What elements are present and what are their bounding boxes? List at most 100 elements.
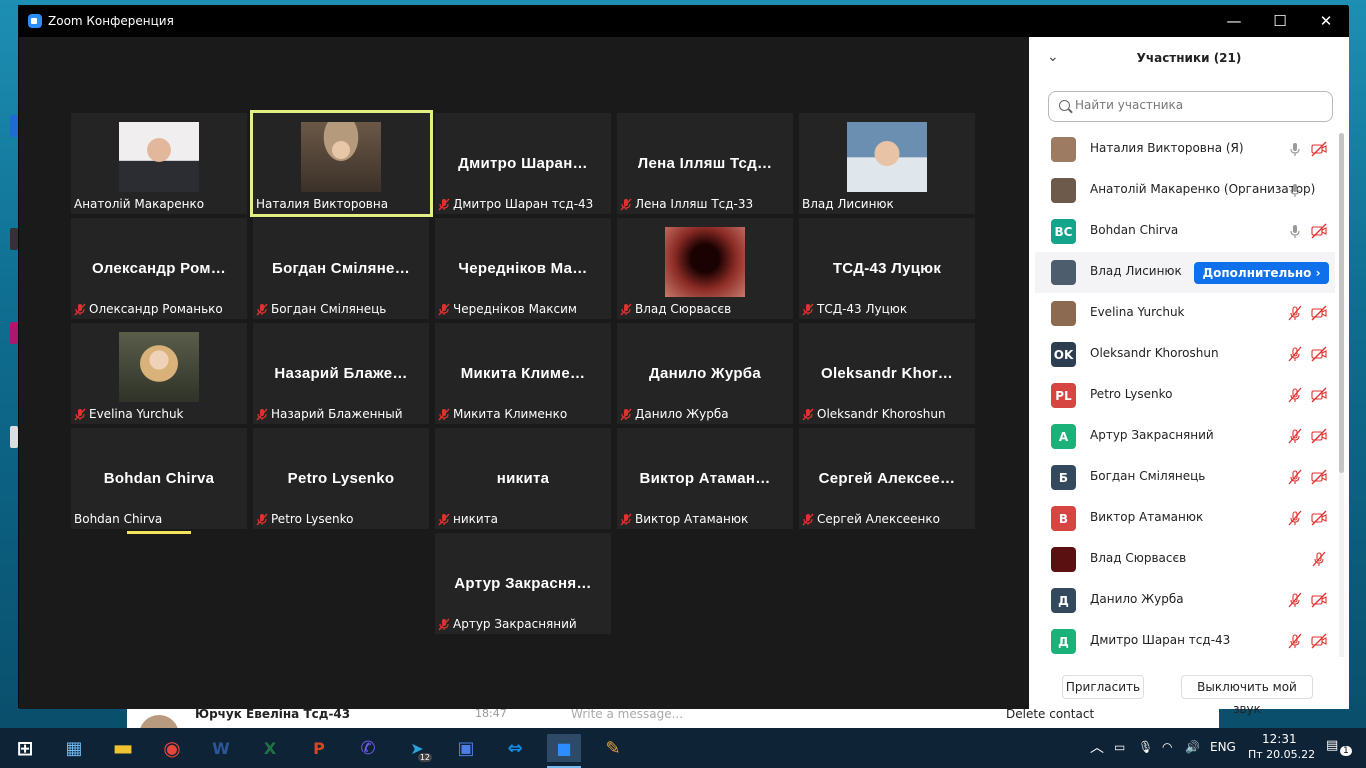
video-tile[interactable]: Виктор Атаман… Виктор Атаманюк (617, 428, 793, 529)
save-disk-icon[interactable]: ▣ (449, 734, 483, 762)
clock-date[interactable]: Пт 20.05.22 (1248, 748, 1315, 761)
invite-button[interactable]: Пригласить (1062, 675, 1144, 699)
participant-row[interactable]: OK Oleksandr Khoroshun (1035, 334, 1335, 375)
video-tile[interactable]: Сергей Алексее… Сергей Алексеенко (799, 428, 975, 529)
video-tile[interactable]: Назарий Блаже… Назарий Блаженный (253, 323, 429, 424)
word-icon[interactable]: W (204, 734, 238, 762)
video-off-icon[interactable] (1311, 428, 1327, 444)
zoom-icon[interactable]: ■ (547, 734, 581, 768)
show-hidden-icons-chevron-icon[interactable]: ︿ (1090, 737, 1104, 757)
video-tile[interactable]: ТСД-43 Луцюк ТСД-43 Луцюк (799, 218, 975, 319)
battery-icon[interactable]: ▭ (1114, 740, 1125, 754)
teamviewer-icon[interactable]: ⇔ (498, 734, 532, 762)
notification-center-icon[interactable]: ▤ (1326, 738, 1338, 753)
excel-icon[interactable]: X (253, 734, 287, 762)
video-tile[interactable]: Дмитро Шаран… Дмитро Шаран тсд-43 (435, 113, 611, 214)
video-tile[interactable]: Микита Климе… Микита Клименко (435, 323, 611, 424)
microphone-icon[interactable]: 🎙 (1138, 740, 1153, 754)
muted-mic-icon[interactable] (1287, 510, 1303, 526)
desktop-icon[interactable] (10, 426, 18, 448)
participant-row[interactable]: Evelina Yurchuk (1035, 293, 1335, 334)
participant-row[interactable]: Анатолій Макаренко (Организатор) (1035, 170, 1335, 211)
participant-row[interactable]: Влад Сюрвасєв (1035, 539, 1335, 580)
video-off-icon[interactable] (1311, 223, 1327, 239)
participant-row[interactable]: В Виктор Атаманюк (1035, 498, 1335, 539)
video-tile[interactable]: Анатолій Макаренко (71, 113, 247, 214)
folder-icon[interactable]: ▬ (106, 734, 140, 762)
video-tile[interactable]: Oleksandr Khor… Oleksandr Khoroshun (799, 323, 975, 424)
microphone-icon[interactable] (1287, 223, 1303, 239)
participant-search[interactable] (1048, 91, 1333, 122)
close-button[interactable]: ✕ (1303, 6, 1349, 37)
wifi-icon[interactable]: ◠ (1162, 740, 1172, 754)
video-off-icon[interactable] (1311, 633, 1327, 649)
title-bar[interactable]: Zoom Конференция — ☐ ✕ (19, 6, 1349, 37)
chrome-icon[interactable]: ◉ (155, 734, 189, 762)
desktop-icon[interactable] (10, 228, 18, 250)
powerpoint-icon[interactable]: P (302, 734, 336, 762)
video-tile[interactable]: Влад Сюрвасєв (617, 218, 793, 319)
video-off-icon[interactable] (1311, 469, 1327, 485)
participant-row[interactable]: А Артур Закрасняний (1035, 416, 1335, 457)
muted-mic-icon[interactable] (1287, 387, 1303, 403)
delete-contact-link[interactable]: Delete contact (1006, 707, 1094, 721)
muted-mic-icon[interactable] (1287, 428, 1303, 444)
contact-name[interactable]: Юрчук Евеліна Тсд-43 (195, 707, 350, 721)
muted-mic-icon[interactable] (1311, 551, 1327, 567)
video-off-icon[interactable] (1311, 592, 1327, 608)
participant-row[interactable]: BC Bohdan Chirva (1035, 211, 1335, 252)
microphone-icon[interactable] (1287, 141, 1303, 157)
video-tile[interactable]: Наталия Викторовна (250, 110, 433, 217)
muted-mic-icon[interactable] (1287, 346, 1303, 362)
video-tile[interactable]: Лена Ілляш Тсд… Лена Ілляш Тсд-33 (617, 113, 793, 214)
video-off-icon[interactable] (1311, 305, 1327, 321)
video-off-icon[interactable] (1311, 141, 1327, 157)
windows-logo-icon[interactable]: ⊞ (8, 734, 42, 762)
video-tile[interactable]: Артур Закрасня… Артур Закрасняний (435, 533, 611, 634)
telegram-icon[interactable]: ➤ 12 (400, 734, 434, 762)
language-indicator[interactable]: ENG (1210, 740, 1236, 754)
video-gallery: Анатолій Макаренко Наталия Викторовна Дмит… (19, 37, 1029, 709)
muted-mic-icon[interactable] (1287, 469, 1303, 485)
video-tile[interactable]: Влад Лисинюк (799, 113, 975, 214)
scrollbar-thumb[interactable] (1339, 133, 1344, 473)
video-tile[interactable]: Данило Журба Данило Журба (617, 323, 793, 424)
desktop-icon[interactable] (10, 322, 18, 344)
file-explorer-icon[interactable]: ▦ (57, 734, 91, 762)
video-off-icon[interactable] (1311, 346, 1327, 362)
video-off-icon[interactable] (1311, 387, 1327, 403)
clock-time[interactable]: 12:31 (1262, 732, 1297, 746)
participant-row[interactable]: Влад Лисинюк Дополнительно › (1035, 252, 1335, 293)
video-tile[interactable]: никита никита (435, 428, 611, 529)
participant-list-scrollbar[interactable] (1339, 133, 1344, 657)
video-off-icon[interactable] (1311, 510, 1327, 526)
participant-avatar (1051, 260, 1076, 285)
microphone-icon[interactable] (1287, 182, 1303, 198)
video-tile[interactable]: Олександр Ром… Олександр Романько (71, 218, 247, 319)
video-tile[interactable]: Petro Lysenko Petro Lysenko (253, 428, 429, 529)
viber-icon[interactable]: ✆ (351, 734, 385, 762)
video-tile[interactable]: Богдан Сміляне… Богдан Смілянець (253, 218, 429, 319)
video-tile[interactable]: Bohdan Chirva Bohdan Chirva (71, 428, 247, 534)
muted-mic-icon[interactable] (1287, 592, 1303, 608)
mute-me-button[interactable]: Выключить мой звук (1181, 675, 1313, 716)
participant-row[interactable]: Б Богдан Смілянець (1035, 457, 1335, 498)
muted-mic-icon[interactable] (1287, 305, 1303, 321)
volume-icon[interactable]: 🔊 (1185, 740, 1200, 754)
muted-mic-icon[interactable] (1287, 633, 1303, 649)
maximize-button[interactable]: ☐ (1257, 6, 1303, 37)
video-tile[interactable]: Evelina Yurchuk (71, 323, 247, 424)
search-input[interactable] (1075, 98, 1325, 112)
minimize-button[interactable]: — (1211, 6, 1257, 37)
tile-name-label: Evelina Yurchuk (74, 407, 188, 421)
video-tile[interactable]: Череднiков Ма… Череднiков Максим (435, 218, 611, 319)
desktop-icon[interactable] (10, 115, 18, 137)
more-options-button[interactable]: Дополнительно › (1194, 262, 1329, 284)
participant-row[interactable]: Д Данило Журба (1035, 580, 1335, 621)
participant-row[interactable]: PL Petro Lysenko (1035, 375, 1335, 416)
participant-row[interactable]: Д Дмитро Шаран тсд-43 (1035, 621, 1335, 659)
participant-row[interactable]: Наталия Викторовна (Я) (1035, 129, 1335, 170)
paint-icon[interactable]: ✎ (596, 734, 630, 762)
message-input[interactable]: Write a message... (571, 707, 683, 721)
tile-name-label: Микита Клименко (438, 407, 571, 421)
